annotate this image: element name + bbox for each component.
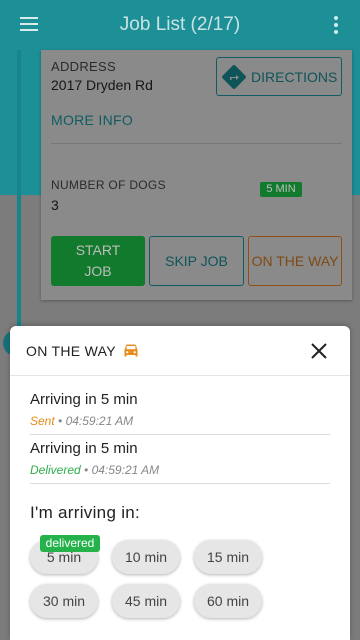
start-job-button[interactable]: START JOB <box>51 236 145 286</box>
more-vert-icon[interactable] <box>334 16 338 34</box>
close-icon[interactable] <box>310 342 328 360</box>
eta-badge: 5 MIN <box>260 182 302 197</box>
message-time: 04:59:21 AM <box>65 414 134 428</box>
card-divider <box>51 143 342 144</box>
message-divider <box>30 434 330 435</box>
start-job-label: START JOB <box>75 242 121 279</box>
message-item: Arriving in 5 min Delivered • 04:59:21 A… <box>30 440 330 477</box>
time-option-30-min[interactable]: 30 min <box>30 584 98 618</box>
message-time: 04:59:21 AM <box>91 463 160 477</box>
arriving-label: I'm arriving in: <box>30 503 141 522</box>
skip-job-button[interactable]: SKIP JOB <box>149 236 244 286</box>
address-value: 2017 Dryden Rd <box>51 77 153 93</box>
on-the-way-sheet: ON THE WAY Arriving in 5 min Sent • 04:5… <box>10 326 350 640</box>
on-the-way-button[interactable]: ON THE WAY <box>248 236 342 286</box>
message-text: Arriving in 5 min <box>30 440 138 457</box>
job-card: ADDRESS 2017 Dryden Rd DIRECTIONS MORE I… <box>41 50 352 300</box>
time-option-45-min[interactable]: 45 min <box>112 584 180 618</box>
time-option-15-min[interactable]: 15 min <box>194 540 262 574</box>
message-status: Delivered <box>30 463 81 477</box>
car-icon <box>124 344 138 357</box>
message-text: Arriving in 5 min <box>30 391 138 408</box>
dogs-value: 3 <box>51 197 59 213</box>
message-status: Sent <box>30 414 55 428</box>
delivered-badge: delivered <box>40 535 100 552</box>
time-option-60-min[interactable]: 60 min <box>194 584 262 618</box>
directions-label: DIRECTIONS <box>251 68 338 85</box>
message-item: Arriving in 5 min Sent • 04:59:21 AM <box>30 391 330 428</box>
app-bar: Job List (2/17) <box>0 0 360 50</box>
timeline-line <box>17 50 21 360</box>
message-meta: Sent • 04:59:21 AM <box>30 414 134 428</box>
dogs-label: NUMBER OF DOGS <box>51 178 166 192</box>
message-divider <box>30 483 330 484</box>
sheet-header: ON THE WAY <box>10 326 350 376</box>
page-title: Job List (2/17) <box>119 14 241 35</box>
more-info-link[interactable]: MORE INFO <box>51 112 133 128</box>
directions-icon <box>221 63 247 90</box>
directions-button[interactable]: DIRECTIONS <box>216 57 342 96</box>
time-option-10-min[interactable]: 10 min <box>112 540 180 574</box>
address-label: ADDRESS <box>51 59 116 74</box>
message-meta: Delivered • 04:59:21 AM <box>30 463 160 477</box>
sheet-title: ON THE WAY <box>26 343 116 359</box>
